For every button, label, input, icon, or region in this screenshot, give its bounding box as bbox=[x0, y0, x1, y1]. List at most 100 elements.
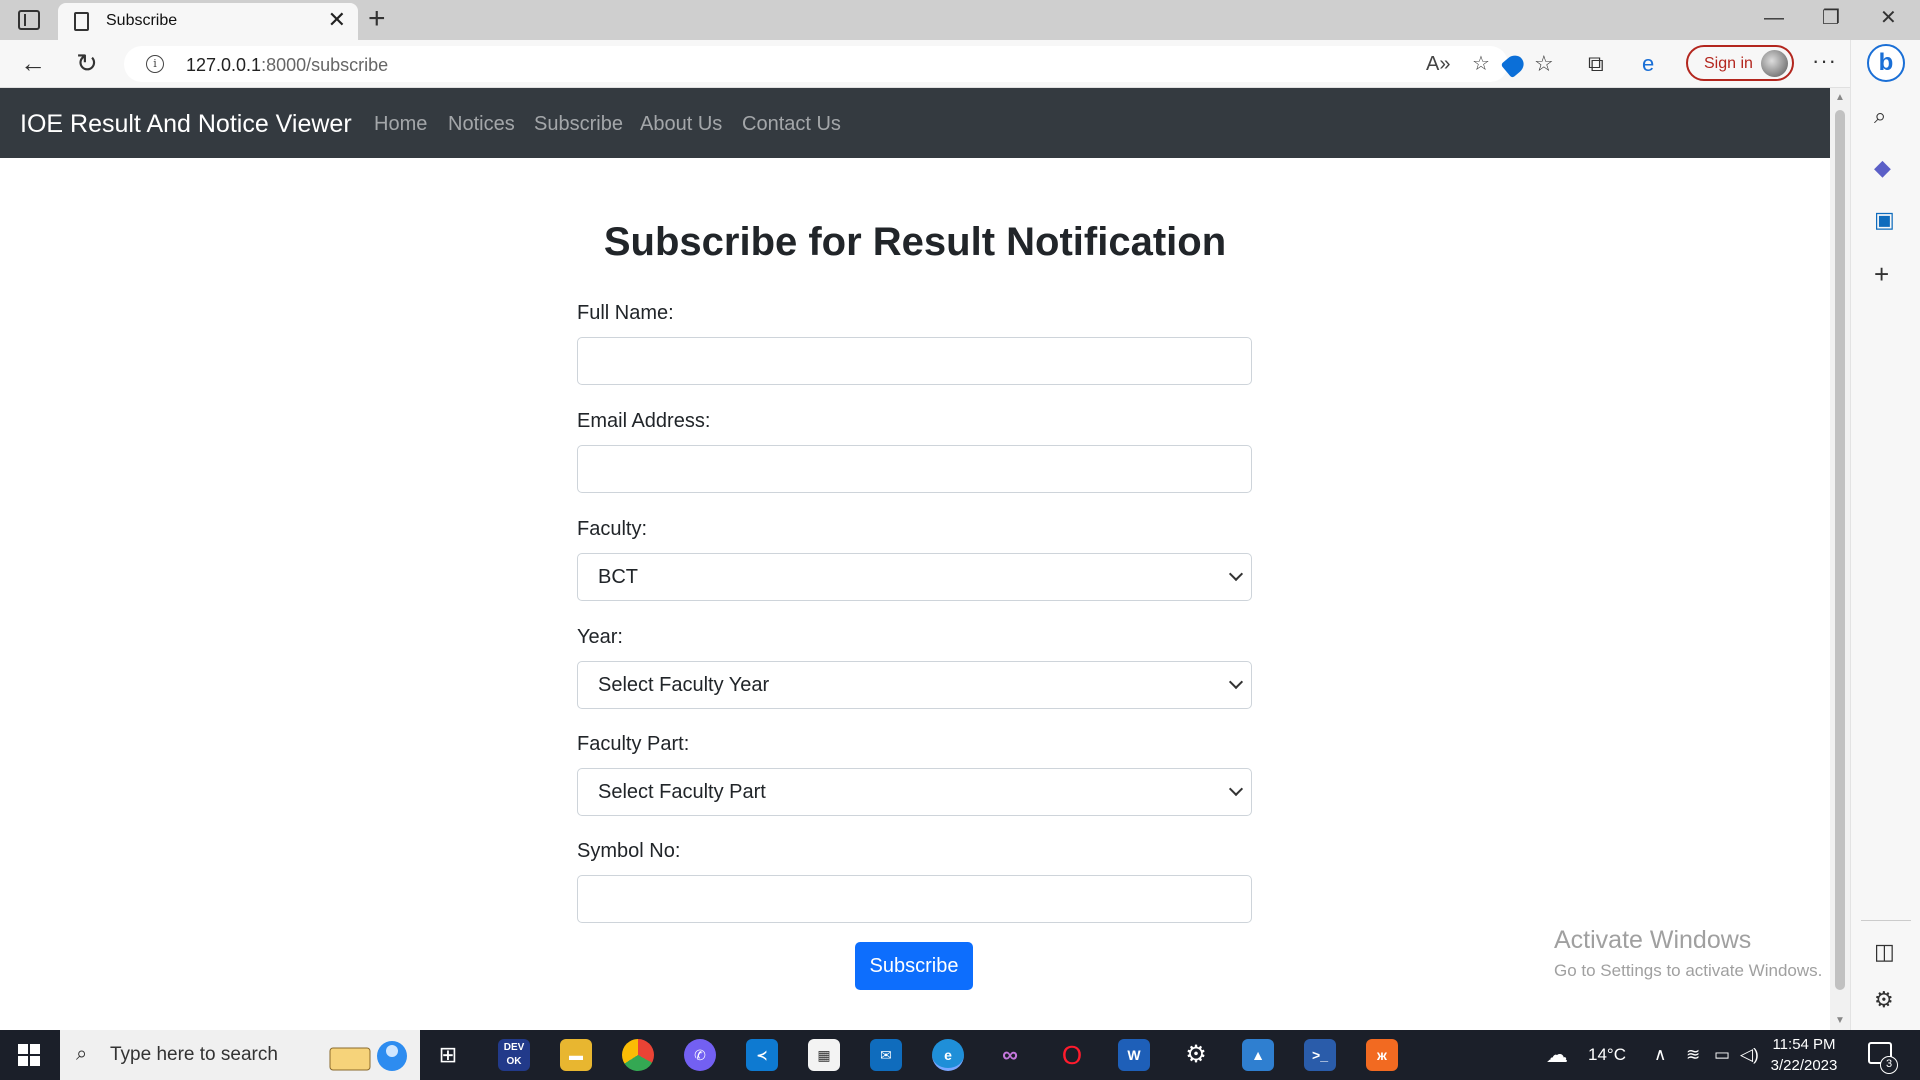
scroll-up-icon[interactable]: ▲ bbox=[1835, 92, 1845, 103]
weather-icon[interactable]: ☁ bbox=[1546, 1044, 1568, 1066]
full-name-label: Full Name: bbox=[577, 302, 674, 324]
year-select[interactable]: Select Faculty Year bbox=[577, 661, 1252, 709]
mail-icon[interactable]: ✉ bbox=[870, 1039, 902, 1071]
site-info-icon[interactable]: i bbox=[146, 55, 164, 73]
address-toolbar: ← ↻ i 127.0.0.1:8000/subscribe A» ☆ ☆ ⧉ … bbox=[0, 40, 1920, 88]
office-icon[interactable]: ◆ bbox=[1874, 156, 1891, 180]
page-viewport: IOE Result And Notice Viewer Home Notice… bbox=[0, 88, 1830, 1030]
site-navbar: IOE Result And Notice Viewer Home Notice… bbox=[0, 88, 1830, 158]
close-tab-icon[interactable]: ✕ bbox=[328, 9, 346, 31]
minimize-icon[interactable]: — bbox=[1764, 6, 1784, 30]
email-label: Email Address: bbox=[577, 410, 711, 432]
avatar bbox=[1761, 50, 1788, 77]
clock-time: 11:54 PM bbox=[1772, 1036, 1836, 1053]
edge-icon[interactable]: e bbox=[932, 1039, 964, 1071]
add-app-icon[interactable]: + bbox=[1874, 261, 1889, 287]
year-selected-value: Select Faculty Year bbox=[598, 674, 770, 696]
full-name-input[interactable] bbox=[577, 337, 1252, 385]
settings-icon[interactable]: ⚙ bbox=[1180, 1039, 1212, 1071]
url-text: 127.0.0.1:8000/subscribe bbox=[186, 55, 389, 75]
battery-icon[interactable]: ▭ bbox=[1714, 1045, 1730, 1065]
back-icon[interactable]: ← bbox=[20, 48, 46, 78]
devtoys-icon[interactable]: DEV OK bbox=[498, 1039, 530, 1071]
weather-temperature[interactable]: 14°C bbox=[1588, 1045, 1626, 1065]
bing-copilot-icon[interactable]: b bbox=[1867, 44, 1905, 82]
chevron-down-icon bbox=[1228, 566, 1244, 582]
split-screen-icon[interactable]: ◫ bbox=[1874, 940, 1895, 964]
taskbar-clock[interactable]: 11:54 PM 3/22/2023 bbox=[1764, 1034, 1844, 1076]
browser-tab-bar: Subscribe ✕ + — ❐ ✕ bbox=[0, 0, 1920, 40]
add-favorite-icon[interactable]: ☆ bbox=[1472, 54, 1490, 74]
nav-link-about-us[interactable]: About Us bbox=[640, 113, 722, 136]
viber-icon[interactable]: ✆ bbox=[684, 1039, 716, 1071]
faculty-label: Faculty: bbox=[577, 518, 648, 540]
powershell-icon[interactable]: >_ bbox=[1304, 1039, 1336, 1071]
faculty-select[interactable]: BCT bbox=[577, 553, 1252, 601]
chrome-icon[interactable] bbox=[622, 1039, 654, 1071]
task-view-icon[interactable]: ⊞ bbox=[432, 1039, 464, 1071]
store-icon[interactable]: ▦ bbox=[808, 1039, 840, 1071]
word-icon[interactable]: W bbox=[1118, 1039, 1150, 1071]
faculty-part-label: Faculty Part: bbox=[577, 733, 690, 755]
search-icon[interactable]: ⌕ bbox=[1874, 104, 1886, 128]
ie-mode-icon[interactable]: e bbox=[1642, 52, 1654, 76]
new-tab-icon[interactable]: + bbox=[368, 2, 386, 36]
favorites-icon[interactable]: ☆ bbox=[1534, 52, 1554, 76]
site-brand[interactable]: IOE Result And Notice Viewer bbox=[20, 110, 352, 139]
clock-date: 3/22/2023 bbox=[1770, 1057, 1838, 1074]
show-hidden-icons-icon[interactable]: ∧ bbox=[1654, 1045, 1666, 1065]
symbol-no-input[interactable] bbox=[577, 875, 1252, 923]
watermark-title: Activate Windows bbox=[1554, 926, 1752, 954]
sidebar-divider bbox=[1861, 920, 1911, 921]
photos-icon[interactable]: ▲ bbox=[1242, 1039, 1274, 1071]
page-icon bbox=[74, 12, 89, 31]
search-placeholder: Type here to search bbox=[110, 1044, 278, 1065]
sign-in-button[interactable]: Sign in bbox=[1686, 45, 1794, 81]
taskbar-search[interactable]: ⌕ Type here to search bbox=[60, 1030, 420, 1080]
year-label: Year: bbox=[577, 626, 623, 648]
chevron-down-icon bbox=[1228, 781, 1244, 797]
tab-title: Subscribe bbox=[106, 12, 178, 29]
scroll-thumb[interactable] bbox=[1835, 110, 1845, 990]
settings-gear-icon[interactable]: ⚙ bbox=[1874, 988, 1894, 1012]
volume-icon[interactable]: ◁) bbox=[1740, 1045, 1759, 1065]
nav-link-home[interactable]: Home bbox=[374, 113, 427, 136]
part-selected-value: Select Faculty Part bbox=[598, 781, 766, 803]
vscode-icon[interactable]: ≺ bbox=[746, 1039, 778, 1071]
symbol-no-label: Symbol No: bbox=[577, 840, 681, 862]
address-bar[interactable]: i 127.0.0.1:8000/subscribe A» ☆ bbox=[124, 46, 1528, 82]
windows-start-icon[interactable] bbox=[18, 1044, 40, 1066]
nav-link-subscribe[interactable]: Subscribe bbox=[534, 113, 623, 136]
subscribe-button[interactable]: Subscribe bbox=[855, 942, 973, 990]
read-aloud-icon[interactable]: A» bbox=[1426, 54, 1450, 74]
windows-taskbar: ⌕ Type here to search ⊞ DEV OK ▬ ✆ ≺ ▦ ✉ … bbox=[0, 1030, 1920, 1080]
watermark-subtitle: Go to Settings to activate Windows. bbox=[1554, 961, 1823, 980]
collections-icon[interactable]: ⧉ bbox=[1588, 52, 1604, 76]
outlook-icon[interactable]: ▣ bbox=[1874, 208, 1895, 232]
page-scrollbar[interactable]: ▲ ▼ bbox=[1830, 88, 1850, 1030]
search-highlight-icon bbox=[329, 1041, 407, 1071]
visual-studio-icon[interactable]: ∞ bbox=[994, 1039, 1026, 1071]
xampp-icon[interactable]: ж bbox=[1366, 1039, 1398, 1071]
faculty-selected-value: BCT bbox=[598, 566, 638, 588]
scroll-down-icon[interactable]: ▼ bbox=[1835, 1015, 1845, 1026]
email-input[interactable] bbox=[577, 445, 1252, 493]
page-title: Subscribe for Result Notification bbox=[603, 220, 1227, 264]
refresh-icon[interactable]: ↻ bbox=[76, 48, 98, 78]
notification-count-badge: 3 bbox=[1880, 1056, 1898, 1074]
activate-windows-watermark: Activate Windows Go to Settings to activ… bbox=[1554, 926, 1822, 981]
browser-tab[interactable]: Subscribe ✕ bbox=[58, 3, 358, 40]
edge-sidebar: b ⌕ ◆ ▣ + ◫ ⚙ bbox=[1850, 40, 1920, 1030]
faculty-part-select[interactable]: Select Faculty Part bbox=[577, 768, 1252, 816]
restore-icon[interactable]: ❐ bbox=[1822, 6, 1840, 30]
opera-icon[interactable]: O bbox=[1056, 1039, 1088, 1071]
shopping-tag-icon[interactable] bbox=[1500, 51, 1528, 79]
more-options-icon[interactable]: ··· bbox=[1812, 50, 1837, 72]
nav-link-notices[interactable]: Notices bbox=[448, 113, 515, 136]
tab-actions-icon[interactable] bbox=[18, 10, 40, 30]
wifi-icon[interactable]: ≋ bbox=[1686, 1045, 1700, 1065]
sign-in-label: Sign in bbox=[1704, 55, 1753, 72]
nav-link-contact-us[interactable]: Contact Us bbox=[742, 113, 841, 136]
close-window-icon[interactable]: ✕ bbox=[1880, 6, 1897, 30]
file-explorer-icon[interactable]: ▬ bbox=[560, 1039, 592, 1071]
